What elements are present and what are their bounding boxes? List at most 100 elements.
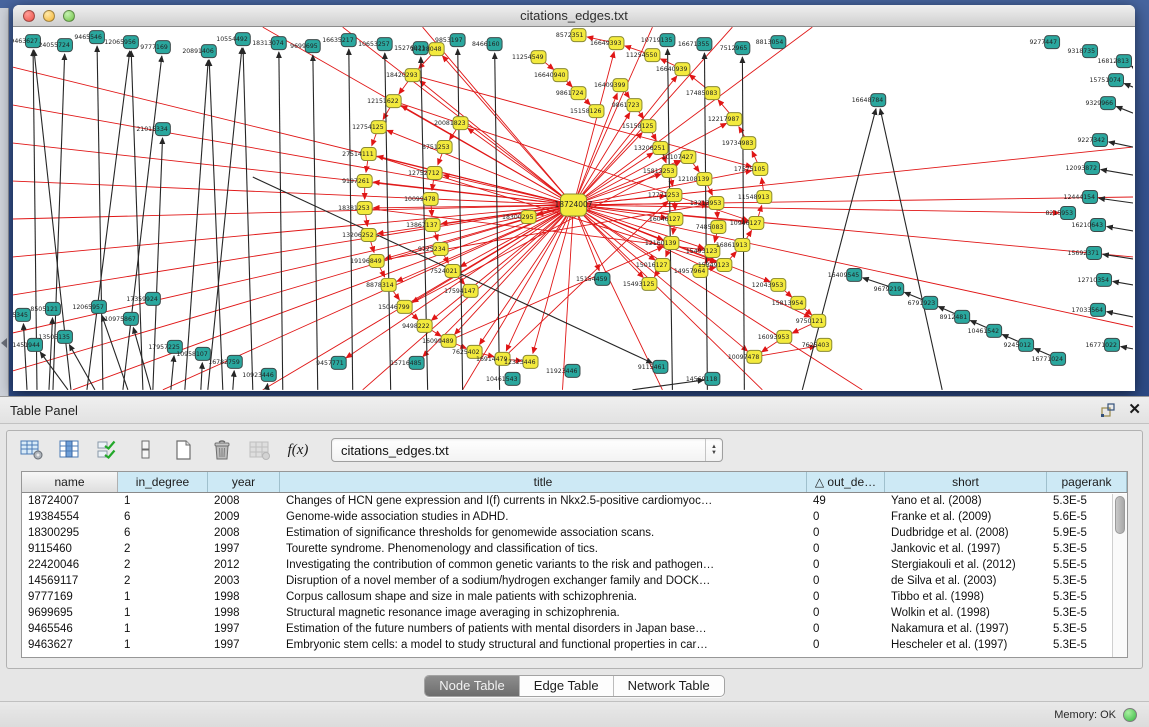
import-table-button[interactable] <box>247 438 273 462</box>
column-header-3[interactable]: title <box>280 472 807 492</box>
svg-text:17485083: 17485083 <box>686 90 718 97</box>
svg-text:10975867: 10975867 <box>104 316 136 323</box>
new-table-button[interactable] <box>171 438 197 462</box>
table-row[interactable]: 969969511998Structural magnetic resonanc… <box>22 605 1127 621</box>
svg-text:8505121: 8505121 <box>30 306 58 313</box>
svg-text:13206252: 13206252 <box>342 232 374 239</box>
table-row[interactable]: 1830029562008Estimation of significance … <box>22 525 1127 541</box>
table-row[interactable]: 977716911998Corpus callosum shape and si… <box>22 589 1127 605</box>
table-cell: Dudbridge et al. (2008) <box>885 525 1047 541</box>
svg-text:12108139: 12108139 <box>678 176 710 183</box>
svg-text:8912481: 8912481 <box>940 314 968 321</box>
svg-text:11923446: 11923446 <box>546 368 578 375</box>
column-header-0[interactable]: name <box>22 472 118 492</box>
citation-network-graph[interactable]: 9463627240557249465546120659569777169208… <box>13 27 1133 390</box>
table-body[interactable]: 1872400712008Changes of HCN gene express… <box>22 493 1127 653</box>
table-row[interactable]: 2242004622012Investigating the contribut… <box>22 557 1127 573</box>
tab-network-table[interactable]: Network Table <box>614 676 724 696</box>
tab-edge-table[interactable]: Edge Table <box>520 676 614 696</box>
network-canvas[interactable]: 9463627240557249465546120659569777169208… <box>13 27 1133 390</box>
svg-text:10097478: 10097478 <box>728 354 760 361</box>
table-cell: Embryonic stem cells: a model to study s… <box>280 637 807 653</box>
combobox-stepper-icon[interactable]: ▲▼ <box>705 439 722 461</box>
window-titlebar[interactable]: citations_edges.txt <box>13 5 1135 27</box>
network-window[interactable]: citations_edges.txt 94636272405572494655… <box>13 5 1135 391</box>
table-cell: Tibbo et al. (1998) <box>885 589 1047 605</box>
svg-text:9699695: 9699695 <box>290 43 318 50</box>
table-row[interactable]: 1456911722003Disruption of a novel membe… <box>22 573 1127 589</box>
memory-status-indicator[interactable] <box>1123 708 1137 722</box>
svg-text:13206251: 13206251 <box>634 145 666 152</box>
svg-text:8813054: 8813054 <box>756 39 784 46</box>
svg-text:12043953: 12043953 <box>752 282 784 289</box>
svg-text:17033564: 17033564 <box>1072 307 1104 314</box>
table-cell: 9465546 <box>22 621 118 637</box>
svg-text:10107427: 10107427 <box>662 154 694 161</box>
column-header-4[interactable]: △ out_de… <box>807 472 885 492</box>
svg-text:20891406: 20891406 <box>182 48 214 55</box>
table-cell: 1 <box>118 605 208 621</box>
status-bar: Memory: OK <box>0 701 1149 727</box>
scrollbar-thumb[interactable] <box>1115 496 1125 534</box>
svg-text:17359924: 17359924 <box>126 296 158 303</box>
svg-text:16671355: 16671355 <box>678 41 710 48</box>
table-cell: 2 <box>118 541 208 557</box>
svg-text:9750121: 9750121 <box>796 318 824 325</box>
table-cell: 14569117 <box>22 573 118 589</box>
float-panel-icon[interactable] <box>1100 402 1116 418</box>
column-header-5[interactable]: short <box>885 472 1047 492</box>
table-column-button[interactable] <box>57 438 83 462</box>
table-cell: 2 <box>118 557 208 573</box>
svg-text:15813253: 15813253 <box>643 168 675 175</box>
table-row[interactable]: 946554611997Estimation of the future num… <box>22 621 1127 637</box>
column-header-1[interactable]: in_degree <box>118 472 208 492</box>
table-cell: 0 <box>807 573 885 589</box>
collapse-arrow-icon[interactable] <box>1 338 7 348</box>
table-header-row[interactable]: namein_degreeyeartitle△ out_de…shortpage… <box>22 472 1127 493</box>
table-cell: Investigating the contribution of common… <box>280 557 807 573</box>
table-cell: 1997 <box>208 541 280 557</box>
table-row[interactable]: 946362711997Embryonic stem cells: a mode… <box>22 637 1127 653</box>
svg-text:10099478: 10099478 <box>404 196 436 203</box>
table-row[interactable]: 1872400712008Changes of HCN gene express… <box>22 493 1127 509</box>
svg-text:17575105: 17575105 <box>734 166 766 173</box>
delete-table-button[interactable] <box>209 438 235 462</box>
table-cell: Structural magnetic resonance image aver… <box>280 605 807 621</box>
table-cell: 19384554 <box>22 509 118 525</box>
table-cell: 1997 <box>208 637 280 653</box>
svg-text:12151622: 12151622 <box>367 98 399 105</box>
table-vertical-scrollbar[interactable] <box>1112 494 1127 657</box>
column-header-6[interactable]: pagerank <box>1047 472 1127 492</box>
table-row[interactable]: 911546021997Tourette syndrome. Phenomeno… <box>22 541 1127 557</box>
svg-text:6791923: 6791923 <box>908 300 936 307</box>
svg-text:10653257: 10653257 <box>358 41 390 48</box>
combobox-value: citations_edges.txt <box>332 443 449 458</box>
left-splitter[interactable] <box>0 8 9 396</box>
svg-text:7625403: 7625403 <box>802 342 830 349</box>
rows-button[interactable] <box>133 438 159 462</box>
svg-text:7524021: 7524021 <box>430 268 458 275</box>
select-rows-button[interactable] <box>95 438 121 462</box>
table-cell: 0 <box>807 557 885 573</box>
table-select-combobox[interactable]: citations_edges.txt ▲▼ <box>331 438 723 462</box>
svg-text:17594147: 17594147 <box>444 288 476 295</box>
node-table[interactable]: namein_degreeyeartitle△ out_de…shortpage… <box>21 471 1128 658</box>
table-settings-button[interactable] <box>19 438 45 462</box>
svg-text:15813954: 15813954 <box>772 300 804 307</box>
tab-node-table[interactable]: Node Table <box>425 676 520 696</box>
table-tabs: Node Table Edge Table Network Table <box>424 675 725 697</box>
table-cell: Genome-wide association studies in ADHD. <box>280 509 807 525</box>
function-builder-button[interactable]: f(x) <box>285 438 311 462</box>
table-row[interactable]: 1938455462009Genome-wide association stu… <box>22 509 1127 525</box>
table-cell: Jankovic et al. (1997) <box>885 541 1047 557</box>
table-cell: 1 <box>118 589 208 605</box>
table-cell: 0 <box>807 621 885 637</box>
svg-text:16782759: 16782759 <box>208 359 240 366</box>
column-header-2[interactable]: year <box>208 472 280 492</box>
close-panel-icon[interactable]: ✕ <box>1128 401 1141 419</box>
svg-text:9329966: 9329966 <box>1085 100 1113 107</box>
svg-text:16046127: 16046127 <box>649 216 681 223</box>
table-cell: 18724007 <box>22 493 118 509</box>
svg-text:16771024: 16771024 <box>1032 356 1064 363</box>
svg-text:7512965: 7512965 <box>720 45 748 52</box>
